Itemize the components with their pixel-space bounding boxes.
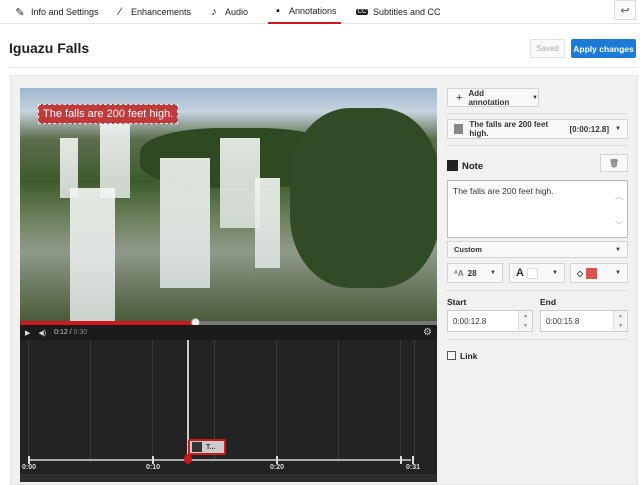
tick-label: 0:10 — [145, 464, 161, 471]
text-color-icon: A — [516, 267, 524, 279]
plus-icon: + — [456, 91, 463, 104]
note-icon — [192, 442, 202, 452]
start-label: Start — [447, 297, 467, 307]
font-size-icon: ᴬA — [454, 268, 464, 278]
tab-subtitles-cc[interactable]: CC Subtitles and CC — [356, 0, 441, 24]
link-checkbox[interactable] — [447, 351, 456, 360]
delete-button[interactable]: 🗑 — [600, 154, 628, 172]
scroll-down-icon[interactable]: ﹀ — [615, 220, 623, 231]
video-player[interactable]: The falls are 200 feet high. — [20, 88, 437, 321]
settings-gear-icon[interactable]: ⚙ — [423, 327, 432, 338]
font-size-select[interactable]: ᴬA 28 ▼ — [447, 263, 503, 283]
apply-changes-button[interactable]: Apply changes — [571, 39, 636, 58]
tick-label: 0:20 — [269, 464, 285, 471]
caret-down-icon: ▼ — [615, 126, 621, 132]
add-annotation-button[interactable]: + Add annotation ▼ — [447, 88, 539, 107]
text-color-swatch — [526, 267, 538, 279]
note-icon — [447, 160, 458, 171]
tab-annotations[interactable]: ▪ Annotations — [268, 0, 341, 24]
text-color-select[interactable]: A ▼ — [509, 263, 565, 283]
end-label: End — [540, 297, 557, 307]
background-color-swatch — [586, 267, 598, 279]
caret-down-icon: ▼ — [552, 270, 558, 276]
timeline-playhead[interactable] — [184, 454, 192, 464]
music-note-icon: ♪ — [211, 6, 217, 18]
tick-label: 0:00 — [21, 464, 37, 471]
caret-down-icon: ▼ — [615, 270, 621, 276]
pencil-icon: ✎ — [15, 6, 25, 19]
scroll-up-icon[interactable]: ︿ — [615, 191, 623, 202]
trash-icon: 🗑 — [608, 158, 620, 168]
caret-down-icon: ▼ — [615, 246, 621, 253]
saved-button[interactable]: Saved — [530, 39, 565, 58]
annotation-timeline[interactable]: T... 0:00 0:10 0:20 0:31 — [20, 340, 437, 482]
note-text-input[interactable]: The falls are 200 feet high. ︿ ﹀ — [447, 180, 628, 238]
page-title: Iguazu Falls — [9, 40, 90, 56]
link-label: Link — [460, 351, 478, 361]
video-controls: ▶ ◀) 0:12 / 0:30 ⚙ — [20, 325, 437, 340]
caret-down-icon: ▼ — [532, 94, 538, 101]
tick-label: 0:31 — [405, 464, 421, 471]
top-nav: ✎ Info and Settings ⁄ Enhancements ♪ Audio … — [0, 0, 640, 24]
time-axis — [28, 459, 411, 461]
caret-down-icon: ▼ — [490, 270, 496, 276]
play-icon[interactable]: ▶ — [25, 329, 30, 337]
speech-bubble-icon: ▪ — [276, 5, 280, 17]
end-time-input[interactable]: 0:00:15.8 ▲ ▼ — [540, 310, 628, 332]
annotation-overlay[interactable]: The falls are 200 feet high. — [38, 104, 179, 124]
note-label: Note — [462, 161, 484, 172]
back-button[interactable]: ↩ — [614, 0, 636, 20]
style-select[interactable]: Custom ▼ — [447, 241, 628, 258]
tab-enhancements[interactable]: ⁄ Enhancements — [114, 0, 191, 24]
start-time-input[interactable]: 0:00:12.8 ▲ ▼ — [447, 310, 533, 332]
cc-icon: CC — [356, 9, 368, 15]
background-color-select[interactable]: ◇ ▼ — [570, 263, 628, 283]
timeline-annotation-chip[interactable]: T... — [188, 439, 226, 455]
volume-icon[interactable]: ◀) — [38, 329, 46, 337]
current-time: 0:12 — [54, 329, 68, 336]
tab-info-settings[interactable]: ✎ Info and Settings — [14, 0, 98, 24]
back-arrow-icon: ↩ — [620, 4, 630, 17]
paint-bucket-icon: ◇ — [577, 268, 584, 278]
annotation-select[interactable]: The falls are 200 feet high. [0:00:12.8]… — [447, 119, 628, 139]
annotation-swatch-icon — [454, 124, 464, 134]
tab-audio[interactable]: ♪ Audio — [208, 0, 248, 24]
end-time-stepper[interactable]: ▲ ▼ — [613, 311, 627, 331]
divider — [9, 67, 637, 68]
start-time-stepper[interactable]: ▲ ▼ — [518, 311, 532, 331]
duration: 0:30 — [73, 329, 88, 336]
magic-wand-icon: ⁄ — [119, 6, 121, 18]
